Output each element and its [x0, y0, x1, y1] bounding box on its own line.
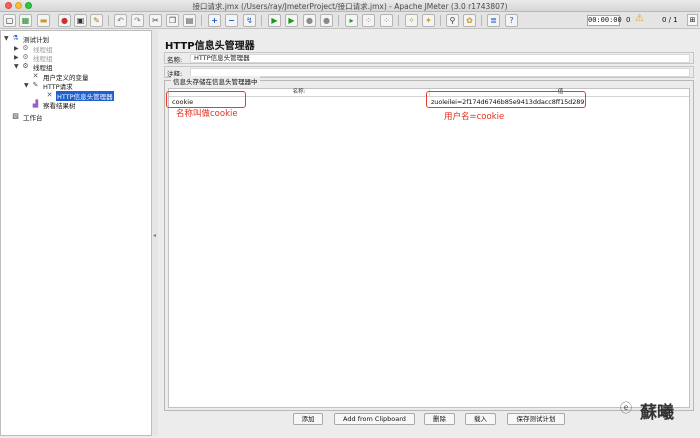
name-annotation: 名称叫做cookie	[176, 109, 238, 119]
tree-node-http-request[interactable]: ▼ ✎ HTTP请求	[24, 81, 74, 91]
shutdown-icon[interactable]: ●	[320, 14, 333, 27]
copy-icon[interactable]: ❐	[166, 14, 179, 27]
wechat-logo-icon: ⓔ	[619, 401, 632, 415]
cut-icon[interactable]: ✂	[149, 14, 162, 27]
window-title: 接口请求.jmx (/Users/ray/JmeterProject/接口请求.…	[192, 2, 508, 11]
redo-icon[interactable]: ↷	[131, 14, 144, 27]
load-button[interactable]: 载入	[465, 413, 496, 425]
tree-node-test-plan[interactable]: ▼ ⚗ 测试计划	[4, 34, 50, 44]
open-icon[interactable]: ▬	[37, 14, 50, 27]
window-titlebar: 接口请求.jmx (/Users/ray/JmeterProject/接口请求.…	[0, 0, 700, 12]
save-icon[interactable]: ▣	[74, 14, 87, 27]
toggle-icon[interactable]: ↯	[243, 14, 256, 27]
warning-icon[interactable]: ⚠	[635, 14, 644, 24]
stop-icon[interactable]: ●	[303, 14, 316, 27]
headers-group: 信息头存储在信息头管理器中 名称: 值 cookie zuoleilei=2f1…	[164, 76, 694, 411]
start-no-pause-icon[interactable]: ▶	[285, 14, 298, 27]
new-icon[interactable]: ▢	[3, 14, 16, 27]
workbench-icon: ▧	[12, 112, 19, 120]
tree-node-results-tree[interactable]: ▟ 察看结果树	[31, 100, 77, 110]
delete-button[interactable]: 删除	[424, 413, 455, 425]
function-helper-icon[interactable]: ≣	[487, 14, 500, 27]
value-annotation: 用户名=cookie	[444, 112, 505, 122]
add-button[interactable]: 添加	[293, 413, 323, 425]
log-viewer-icon[interactable]: ⊞	[687, 14, 698, 26]
error-count: 0	[626, 16, 631, 24]
toolbar: ▢ ▦ ▬ ● ▣ ✎ ↶ ↷ ✂ ❐ ▤ + − ↯ ▶ ▶ ● ● ▸ ⁘ …	[0, 12, 700, 29]
thread-group-icon: ⚙	[22, 62, 29, 70]
save-test-plan-button[interactable]: 保存测试计划	[507, 413, 565, 425]
add-from-clipboard-button[interactable]: Add from Clipboard	[334, 413, 415, 425]
templates-icon[interactable]: ▦	[19, 14, 32, 27]
start-icon[interactable]: ▶	[268, 14, 281, 27]
value-highlight-box	[426, 91, 586, 108]
remote-shutdown-icon[interactable]: ⁘	[380, 14, 393, 27]
elapsed-timer: 00:00:00	[587, 15, 622, 26]
pencil-icon: ✎	[32, 81, 39, 89]
undo-icon[interactable]: ↶	[114, 14, 127, 27]
save-as-icon[interactable]: ✎	[90, 14, 103, 27]
remote-start-icon[interactable]: ▸	[345, 14, 358, 27]
group-title: 信息头存储在信息头管理器中	[171, 76, 260, 86]
collapse-icon[interactable]: −	[225, 14, 238, 27]
watermark-text: 蘇曦	[640, 403, 674, 423]
test-plan-tree: ▼ ⚗ 测试计划 ▶ ⚙ 线程组 ▶ ⚙ 线程组 ▼ ⚙ 线程组 ✕ 用户定义的…	[0, 30, 152, 436]
splitter-handle-icon[interactable]: ◂	[153, 232, 156, 239]
page-title: HTTP信息头管理器	[165, 41, 255, 52]
name-row: 名称: HTTP信息头管理器	[164, 52, 694, 64]
tree-node-thread-group[interactable]: ▼ ⚙ 线程组	[14, 62, 54, 72]
wrench-icon: ✕	[32, 72, 39, 80]
paste-icon[interactable]: ▤	[183, 14, 196, 27]
comment-field[interactable]	[190, 68, 690, 77]
help-icon[interactable]: ?	[505, 14, 518, 27]
thread-group-icon: ⚙	[22, 53, 29, 61]
thread-group-icon: ⚙	[22, 44, 29, 52]
headers-table[interactable]: 名称: 值 cookie zuoleilei=2f174d6746b85e941…	[168, 88, 690, 408]
search-icon[interactable]: ⚲	[446, 14, 459, 27]
active-threads: 0 / 1	[662, 16, 678, 24]
reset-search-icon[interactable]: ✿	[463, 14, 476, 27]
expand-icon[interactable]: +	[208, 14, 221, 27]
name-field[interactable]: HTTP信息头管理器	[190, 54, 690, 63]
tree-node-workbench[interactable]: ▧ 工作台	[11, 112, 44, 122]
clear-icon[interactable]: ✧	[405, 14, 418, 27]
remote-stop-icon[interactable]: ⁘	[362, 14, 375, 27]
name-label: 名称:	[167, 56, 183, 64]
close-file-icon[interactable]: ●	[58, 14, 71, 27]
chart-icon: ▟	[32, 100, 39, 108]
name-highlight-box	[166, 91, 246, 108]
clear-all-icon[interactable]: ✦	[422, 14, 435, 27]
test-plan-icon: ⚗	[12, 34, 19, 42]
